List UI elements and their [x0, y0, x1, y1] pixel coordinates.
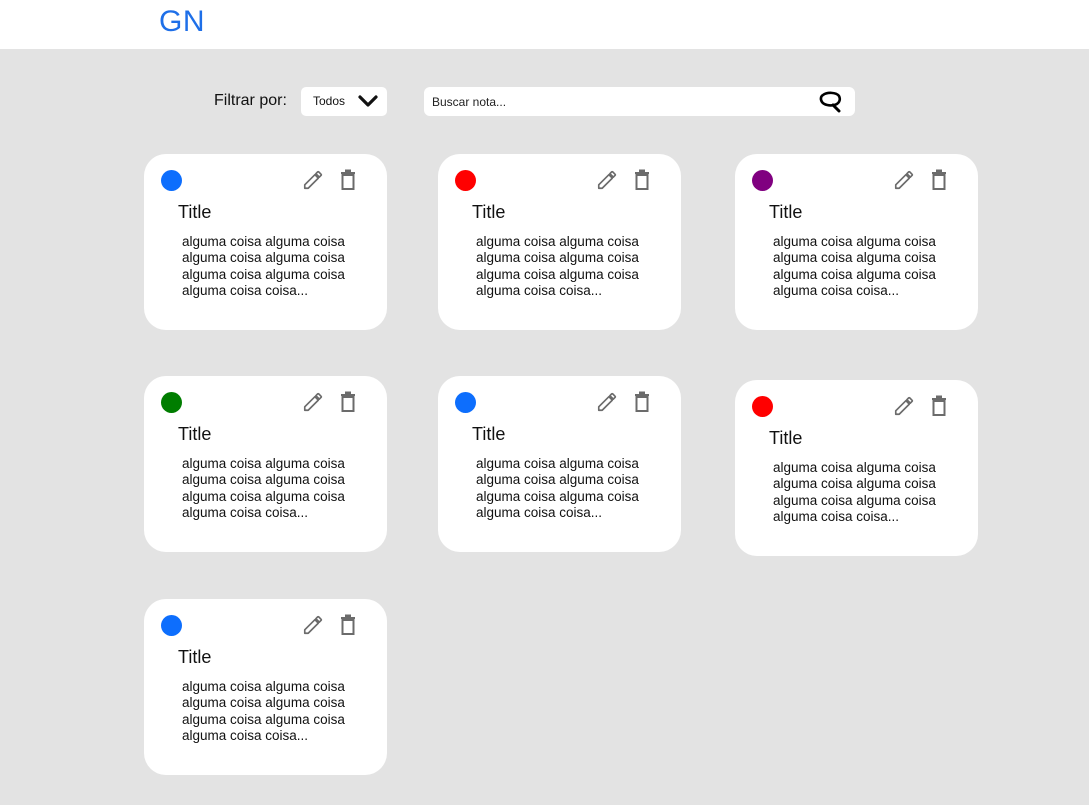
- pencil-icon[interactable]: [302, 391, 324, 413]
- note-card[interactable]: Title alguma coisa alguma coisa alguma co…: [144, 154, 387, 330]
- trash-icon[interactable]: [931, 395, 947, 417]
- note-card[interactable]: Title alguma coisa alguma coisa alguma co…: [438, 376, 681, 552]
- note-body: alguma coisa alguma coisa alguma coisa a…: [182, 679, 345, 743]
- pencil-icon[interactable]: [596, 169, 618, 191]
- note-card[interactable]: Title alguma coisa alguma coisa alguma co…: [144, 376, 387, 552]
- note-color-dot: [161, 392, 182, 413]
- note-card[interactable]: Title alguma coisa alguma coisa alguma co…: [735, 154, 978, 330]
- note-title: Title: [769, 202, 803, 222]
- note-color-dot: [161, 615, 182, 636]
- trash-icon[interactable]: [634, 391, 650, 413]
- note-title: Title: [178, 202, 212, 222]
- trash-icon[interactable]: [340, 391, 356, 413]
- search-input[interactable]: [432, 87, 812, 116]
- note-card[interactable]: Title alguma coisa alguma coisa alguma co…: [735, 380, 978, 556]
- trash-icon[interactable]: [340, 169, 356, 191]
- note-body: alguma coisa alguma coisa alguma coisa a…: [182, 456, 345, 520]
- note-title: Title: [178, 424, 212, 444]
- note-title: Title: [472, 424, 506, 444]
- note-card[interactable]: Title alguma coisa alguma coisa alguma co…: [438, 154, 681, 330]
- pencil-icon[interactable]: [893, 169, 915, 191]
- chevron-down-icon: [358, 95, 378, 107]
- note-color-dot: [455, 170, 476, 191]
- trash-icon[interactable]: [634, 169, 650, 191]
- pencil-icon[interactable]: [893, 395, 915, 417]
- note-title: Title: [178, 647, 212, 667]
- search-box: [424, 87, 855, 116]
- filter-selected-value: Todos: [313, 94, 346, 108]
- note-body: alguma coisa alguma coisa alguma coisa a…: [182, 234, 345, 298]
- note-card[interactable]: Title alguma coisa alguma coisa alguma co…: [144, 599, 387, 775]
- note-body: alguma coisa alguma coisa alguma coisa a…: [476, 456, 639, 520]
- note-title: Title: [769, 428, 803, 448]
- trash-icon[interactable]: [340, 614, 356, 636]
- note-color-dot: [455, 392, 476, 413]
- note-body: alguma coisa alguma coisa alguma coisa a…: [476, 234, 639, 298]
- pencil-icon[interactable]: [596, 391, 618, 413]
- note-color-dot: [752, 170, 773, 191]
- pencil-icon[interactable]: [302, 169, 324, 191]
- filter-label: Filtrar por:: [214, 92, 287, 109]
- top-bar: GN: [0, 0, 1089, 49]
- note-body: alguma coisa alguma coisa alguma coisa a…: [773, 460, 936, 524]
- trash-icon[interactable]: [931, 169, 947, 191]
- note-title: Title: [472, 202, 506, 222]
- pencil-icon[interactable]: [302, 614, 324, 636]
- note-color-dot: [752, 396, 773, 417]
- filter-select[interactable]: Todos: [301, 87, 387, 116]
- note-body: alguma coisa alguma coisa alguma coisa a…: [773, 234, 936, 298]
- search-icon[interactable]: [818, 91, 844, 113]
- note-color-dot: [161, 170, 182, 191]
- app-logo[interactable]: GN: [159, 5, 205, 39]
